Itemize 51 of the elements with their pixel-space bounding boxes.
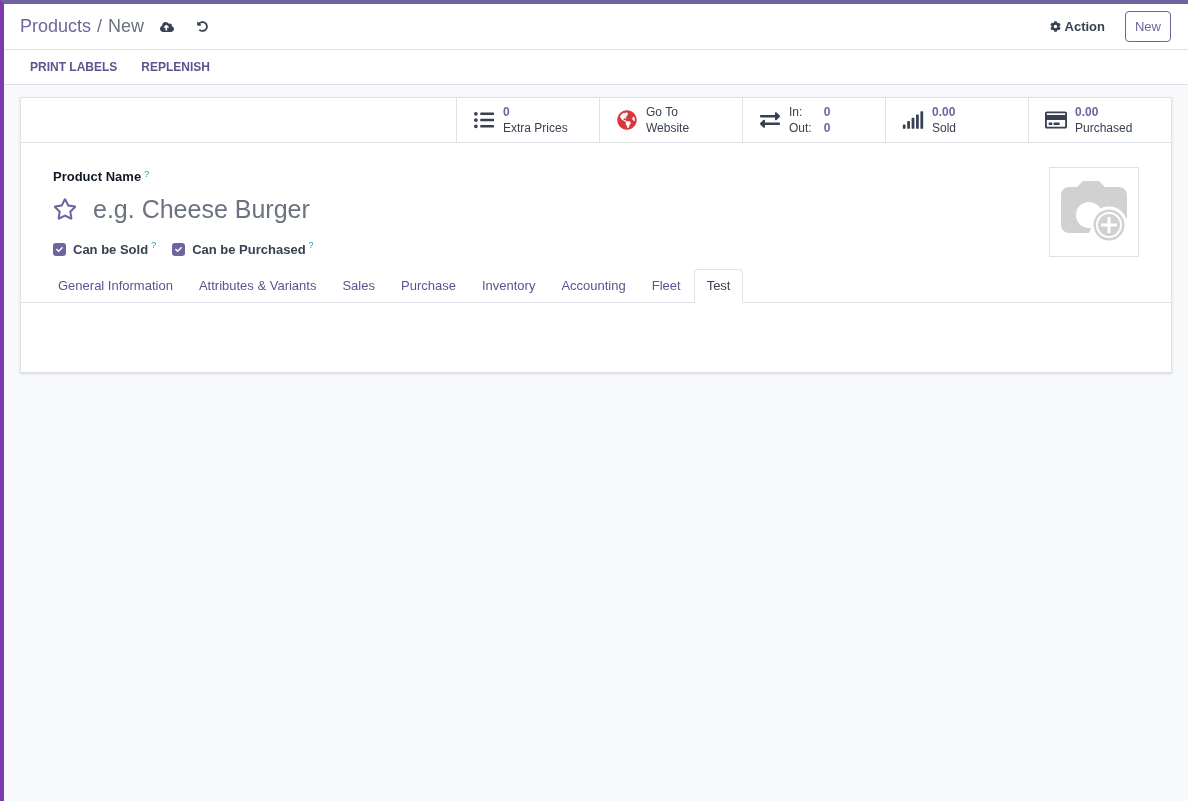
- star-icon[interactable]: [53, 197, 77, 222]
- list-icon: [473, 110, 495, 130]
- breadcrumb-current: New: [108, 15, 145, 38]
- form-sheet: 0 Extra Prices Go To Website In: 0 Out: 0 0.00 Sold 0.00 Purchased Product Name $^{?}$ e.g. Cheese Burger Can be Sold $^{?}$ Can be Purchased $^{?}$ General Information Attributes & Variants Sales Purchase Inventory Accounting Fleet Test: [20, 97, 1172, 373]
- checkbox-label: Can be Sold: [73, 241, 149, 259]
- stat-label: Website: [646, 120, 690, 136]
- credit-card-icon: [1045, 110, 1067, 130]
- check-icon: [56, 246, 63, 254]
- checkbox[interactable]: [53, 243, 66, 257]
- checkbox-label: Can be Purchased: [192, 241, 306, 259]
- exchange-arrows-icon: [759, 110, 781, 130]
- tab[interactable]: Attributes & Variants: [185, 268, 330, 303]
- stat-value: 0: [823, 120, 831, 136]
- tab[interactable]: Sales: [329, 268, 388, 303]
- signal-bars-icon: [902, 110, 924, 130]
- stat-value: 0.00: [1075, 104, 1100, 120]
- stat-label: Go To: [646, 104, 679, 120]
- stat-button[interactable]: Go To Website: [599, 98, 742, 142]
- toolbar-button[interactable]: PRINT LABELS: [30, 58, 118, 76]
- undo-icon[interactable]: [197, 21, 209, 32]
- product-name-field[interactable]: e.g. Cheese Burger: [93, 190, 693, 228]
- toolbar-button[interactable]: REPLENISH: [141, 58, 211, 76]
- stat-value: 0.00: [932, 104, 957, 120]
- stat-button[interactable]: 0.00 Purchased: [1028, 98, 1171, 142]
- tab[interactable]: Accounting: [548, 268, 639, 303]
- stat-button[interactable]: 0 Extra Prices: [456, 98, 599, 142]
- tab[interactable]: Inventory: [468, 268, 549, 303]
- cloud-upload-icon[interactable]: [160, 19, 175, 34]
- stat-label: Purchased: [1075, 120, 1133, 136]
- check-icon: [175, 246, 183, 254]
- camera-plus-icon: [1059, 181, 1129, 243]
- stat-button[interactable]: In: 0 Out: 0: [742, 98, 885, 142]
- field-label: Product Name: [53, 168, 142, 186]
- tab[interactable]: Fleet: [638, 268, 694, 303]
- globe-icon: [616, 110, 638, 130]
- tab[interactable]: Test: [693, 268, 744, 303]
- action-button[interactable]: Action: [1049, 16, 1105, 37]
- stat-label: Sold: [932, 120, 957, 136]
- breadcrumb-separator: /: [97, 15, 103, 38]
- gear-icon: [1049, 21, 1061, 32]
- checkbox[interactable]: [172, 243, 186, 257]
- stat-value: 0: [503, 104, 511, 120]
- stat-value: 0: [823, 104, 831, 120]
- stat-label: Extra Prices: [503, 120, 568, 136]
- stat-button[interactable]: 0.00 Sold: [885, 98, 1028, 142]
- tab[interactable]: General Information: [45, 268, 186, 303]
- stat-label: In:: [789, 104, 804, 120]
- tab[interactable]: Purchase: [388, 268, 469, 303]
- breadcrumb-link[interactable]: Products: [20, 13, 92, 40]
- stat-label: Out:: [789, 120, 812, 136]
- new-button[interactable]: New: [1125, 11, 1171, 42]
